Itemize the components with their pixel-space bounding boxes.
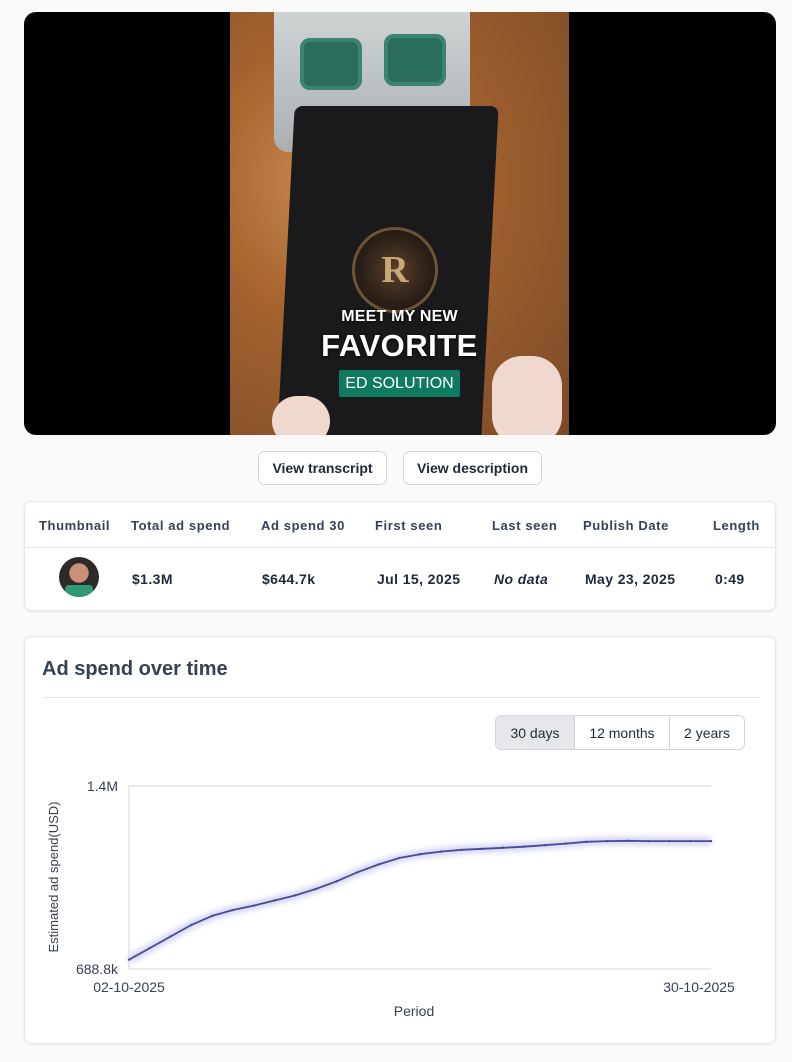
y-axis-label: Estimated ad spend(USD) bbox=[46, 801, 61, 952]
data-point[interactable] bbox=[398, 856, 401, 860]
column-header-last-seen: Last seen bbox=[492, 518, 558, 533]
data-point[interactable] bbox=[273, 899, 276, 902]
x-tick-label-start: 02-10-2025 bbox=[93, 979, 165, 995]
data-point[interactable] bbox=[231, 908, 235, 912]
data-point[interactable] bbox=[335, 880, 339, 883]
cell-length: 0:49 bbox=[715, 571, 745, 587]
data-point[interactable] bbox=[356, 870, 359, 874]
data-point[interactable] bbox=[522, 845, 526, 848]
series-line-glow bbox=[127, 836, 711, 964]
cell-ad-spend-30: $644.7k bbox=[262, 571, 316, 587]
header-divider bbox=[25, 547, 775, 548]
data-point[interactable] bbox=[439, 850, 442, 853]
data-point[interactable] bbox=[481, 847, 484, 850]
data-point[interactable] bbox=[585, 840, 588, 844]
data-point[interactable] bbox=[418, 852, 422, 856]
column-header-total-ad-spend: Total ad spend bbox=[131, 518, 231, 533]
series-line bbox=[128, 839, 711, 961]
data-point[interactable] bbox=[605, 839, 609, 843]
data-point[interactable] bbox=[460, 848, 463, 852]
data-point[interactable] bbox=[689, 839, 692, 843]
column-header-publish-date: Publish Date bbox=[583, 518, 669, 533]
data-point[interactable] bbox=[294, 894, 297, 897]
video-frame: R MEET MY NEW FAVORITE ED SOLUTION bbox=[230, 12, 569, 435]
data-point[interactable] bbox=[564, 842, 567, 845]
video-player[interactable]: R MEET MY NEW FAVORITE ED SOLUTION bbox=[24, 12, 776, 435]
cell-publish-date: May 23, 2025 bbox=[585, 571, 676, 587]
data-point[interactable] bbox=[543, 843, 546, 847]
data-point[interactable] bbox=[709, 839, 713, 843]
cell-first-seen: Jul 15, 2025 bbox=[377, 571, 461, 587]
column-header-ad-spend-30: Ad spend 30 bbox=[261, 518, 345, 533]
column-header-thumbnail: Thumbnail bbox=[39, 518, 111, 533]
video-caption-line1: MEET MY NEW bbox=[341, 308, 458, 325]
data-point[interactable] bbox=[127, 958, 131, 961]
data-point[interactable] bbox=[668, 839, 671, 843]
data-point[interactable] bbox=[501, 846, 505, 849]
column-header-first-seen: First seen bbox=[375, 518, 443, 533]
ad-stats-table: Thumbnail Total ad spend Ad spend 30 Fir… bbox=[24, 501, 776, 611]
video-caption-badge: ED SOLUTION bbox=[339, 370, 460, 397]
data-point[interactable] bbox=[190, 923, 193, 927]
thumb-image bbox=[272, 396, 330, 435]
pill-image bbox=[300, 38, 362, 90]
data-point[interactable] bbox=[210, 914, 214, 918]
pill-image bbox=[384, 34, 446, 86]
ad-spend-chart-card: Ad spend over time 30 days 12 months 2 y… bbox=[24, 636, 776, 1044]
y-tick-label-min: 688.8k bbox=[76, 961, 119, 977]
view-transcript-button[interactable]: View transcript bbox=[258, 451, 387, 485]
data-point[interactable] bbox=[148, 946, 151, 950]
view-description-button[interactable]: View description bbox=[403, 451, 542, 485]
data-point[interactable] bbox=[377, 863, 380, 866]
data-point[interactable] bbox=[626, 839, 630, 843]
data-point[interactable] bbox=[252, 904, 255, 907]
video-caption-line2: FAVORITE bbox=[321, 328, 478, 363]
brand-logo: R bbox=[352, 227, 438, 313]
data-point[interactable] bbox=[314, 887, 318, 891]
data-point[interactable] bbox=[647, 839, 650, 843]
x-axis-label: Period bbox=[394, 1003, 434, 1019]
fingers-image bbox=[492, 356, 562, 435]
data-point[interactable] bbox=[169, 935, 172, 938]
cell-total-ad-spend: $1.3M bbox=[132, 571, 173, 587]
column-header-length: Length bbox=[713, 518, 760, 533]
cell-last-seen: No data bbox=[494, 571, 549, 587]
thumbnail-avatar[interactable] bbox=[59, 557, 99, 597]
x-tick-label-end: 30-10-2025 bbox=[663, 979, 735, 995]
y-tick-label-max: 1.4M bbox=[87, 778, 118, 794]
ad-spend-line-chart: 1.4M 688.8k 02-10-2025 30-10-2025 Period… bbox=[46, 778, 735, 1019]
